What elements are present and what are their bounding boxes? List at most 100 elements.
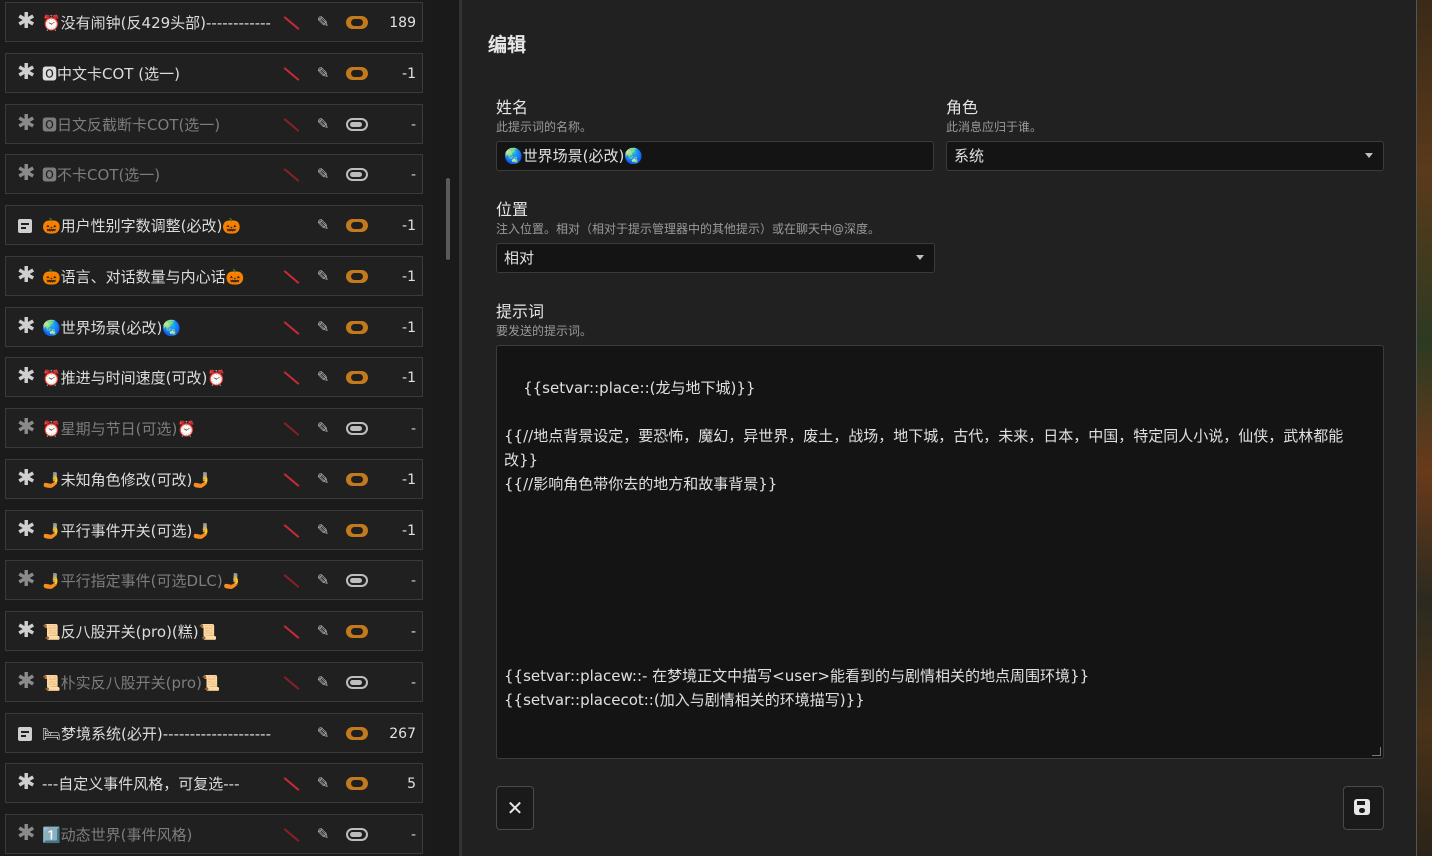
pencil-icon[interactable]: ✎: [314, 571, 332, 589]
eye-off-icon[interactable]: [282, 420, 300, 438]
prompt-list-item[interactable]: ✱ 📜反八股开关(pro)(糕)📜 ✎ -: [5, 611, 423, 651]
toggle-switch[interactable]: [346, 727, 368, 740]
toggle-switch[interactable]: [346, 574, 368, 587]
asterisk-icon[interactable]: ✱: [17, 468, 35, 490]
prompt-list-item[interactable]: 🎃用户性别字数调整(必改)🎃 ✎ -1: [5, 205, 423, 245]
eye-off-icon[interactable]: [282, 116, 300, 134]
document-icon[interactable]: [18, 219, 32, 233]
toggle-switch[interactable]: [346, 828, 368, 841]
prompt-list-item[interactable]: ✱ 📜朴实反八股开关(pro)📜 ✎ -: [5, 662, 423, 702]
prompt-list-item[interactable]: ✱ 🤳平行事件开关(可选)🤳 ✎ -1: [5, 510, 423, 550]
prompt-list-item[interactable]: ✱ ---自定义事件风格，可复选--- ✎ 5: [5, 763, 423, 803]
eye-off-icon[interactable]: [282, 674, 300, 692]
eye-off-icon[interactable]: [282, 166, 300, 184]
prompt-list-item[interactable]: ✱ 🤳未知角色修改(可改)🤳 ✎ -1: [5, 459, 423, 499]
pencil-icon[interactable]: ✎: [314, 724, 332, 742]
document-icon[interactable]: [18, 727, 32, 741]
resize-handle-icon[interactable]: [1372, 747, 1381, 756]
asterisk-icon[interactable]: ✱: [17, 316, 35, 338]
eye-off-icon[interactable]: [282, 826, 300, 844]
asterisk-icon[interactable]: ✱: [17, 265, 35, 287]
asterisk-icon[interactable]: ✱: [17, 417, 35, 439]
prompt-list-scrollbar[interactable]: [446, 178, 450, 260]
prompt-textarea[interactable]: {{setvar::place::(龙与地下城)}} {{//地点背景设定，要恐…: [496, 345, 1384, 759]
toggle-switch[interactable]: [346, 625, 368, 638]
save-button[interactable]: [1343, 786, 1384, 830]
pencil-icon[interactable]: ✎: [314, 521, 332, 539]
asterisk-icon[interactable]: ✱: [17, 772, 35, 794]
toggle-switch[interactable]: [346, 473, 368, 486]
role-label: 角色: [946, 98, 979, 117]
toggle-switch[interactable]: [346, 676, 368, 689]
asterisk-icon[interactable]: ✱: [17, 519, 35, 541]
eye-off-icon[interactable]: [282, 268, 300, 286]
pencil-icon[interactable]: ✎: [314, 13, 332, 31]
eye-off-icon[interactable]: [282, 471, 300, 489]
toggle-switch[interactable]: [346, 371, 368, 384]
eye-off-icon[interactable]: [282, 775, 300, 793]
pencil-icon[interactable]: ✎: [314, 419, 332, 437]
asterisk-icon[interactable]: ✱: [17, 113, 35, 135]
pencil-icon[interactable]: ✎: [314, 165, 332, 183]
pencil-icon[interactable]: ✎: [314, 470, 332, 488]
eye-off-icon[interactable]: [282, 522, 300, 540]
prompt-list-item[interactable]: 🛏梦境系统(必开)-------------------- ✎ 267: [5, 713, 423, 753]
eye-off-icon[interactable]: [282, 572, 300, 590]
toggle-switch[interactable]: [346, 524, 368, 537]
asterisk-icon[interactable]: ✱: [17, 62, 35, 84]
name-input[interactable]: 🌏世界场景(必改)🌏: [496, 141, 934, 171]
name-hint: 此提示词的名称。: [496, 120, 593, 134]
toggle-switch[interactable]: [346, 118, 368, 131]
asterisk-icon[interactable]: ✱: [17, 11, 35, 33]
toggle-switch[interactable]: [346, 321, 368, 334]
pencil-icon[interactable]: ✎: [314, 673, 332, 691]
token-count: 267: [389, 726, 416, 742]
close-button[interactable]: ✕: [496, 786, 534, 830]
eye-off-icon[interactable]: [282, 623, 300, 641]
prompt-item-name: 🎃用户性别字数调整(必改)🎃: [42, 217, 242, 235]
token-count: -: [410, 624, 416, 640]
toggle-switch[interactable]: [346, 168, 368, 181]
asterisk-icon[interactable]: ✱: [17, 823, 35, 845]
asterisk-icon[interactable]: ✱: [17, 620, 35, 642]
toggle-switch[interactable]: [346, 777, 368, 790]
prompt-list-item[interactable]: ✱ ⏰没有闹钟(反429头部)------------ ✎ 189: [5, 2, 423, 42]
asterisk-icon[interactable]: ✱: [17, 366, 35, 388]
prompt-list-item[interactable]: ✱ 🌏世界场景(必改)🌏 ✎ -1: [5, 307, 423, 347]
token-count: -1: [402, 472, 416, 488]
eye-off-icon[interactable]: [282, 14, 300, 32]
prompt-list-item[interactable]: ✱ 🤳平行指定事件(可选DLC)🤳 ✎ -: [5, 560, 423, 600]
pencil-icon[interactable]: ✎: [314, 216, 332, 234]
toggle-switch[interactable]: [346, 67, 368, 80]
pencil-icon[interactable]: ✎: [314, 115, 332, 133]
toggle-switch[interactable]: [346, 16, 368, 29]
prompt-list-item[interactable]: ✱ 🎃语言、对话数量与内心话🎃 ✎ -1: [5, 256, 423, 296]
position-select[interactable]: 相对: [496, 243, 935, 273]
asterisk-icon[interactable]: ✱: [17, 569, 35, 591]
pencil-icon[interactable]: ✎: [314, 622, 332, 640]
token-count: -1: [402, 66, 416, 82]
role-select[interactable]: 系统: [946, 141, 1384, 171]
asterisk-icon[interactable]: ✱: [17, 163, 35, 185]
toggle-switch[interactable]: [346, 270, 368, 283]
prompt-item-name: ---自定义事件风格，可复选---: [42, 775, 240, 793]
eye-off-icon[interactable]: [282, 65, 300, 83]
toggle-switch[interactable]: [346, 219, 368, 232]
pencil-icon[interactable]: ✎: [314, 267, 332, 285]
eye-off-icon[interactable]: [282, 319, 300, 337]
token-count: -: [410, 421, 416, 437]
pencil-icon[interactable]: ✎: [314, 368, 332, 386]
prompt-list-item[interactable]: ✱ ⏰星期与节日(可选)⏰ ✎ -: [5, 408, 423, 448]
asterisk-icon[interactable]: ✱: [17, 671, 35, 693]
prompt-list-item[interactable]: ✱ 🅾中文卡COT (选一) ✎ -1: [5, 53, 423, 93]
prompt-list-item[interactable]: ✱ ⏰推进与时间速度(可改)⏰ ✎ -1: [5, 357, 423, 397]
pencil-icon[interactable]: ✎: [314, 774, 332, 792]
pencil-icon[interactable]: ✎: [314, 825, 332, 843]
eye-off-icon[interactable]: [282, 369, 300, 387]
prompt-list-item[interactable]: ✱ 1️⃣动态世界(事件风格) ✎ -: [5, 814, 423, 854]
pencil-icon[interactable]: ✎: [314, 64, 332, 82]
prompt-list-item[interactable]: ✱ 🅾不卡COT(选一) ✎ -: [5, 154, 423, 194]
prompt-list-item[interactable]: ✱ 🅾日文反截断卡COT(选一) ✎ -: [5, 104, 423, 144]
pencil-icon[interactable]: ✎: [314, 318, 332, 336]
toggle-switch[interactable]: [346, 422, 368, 435]
